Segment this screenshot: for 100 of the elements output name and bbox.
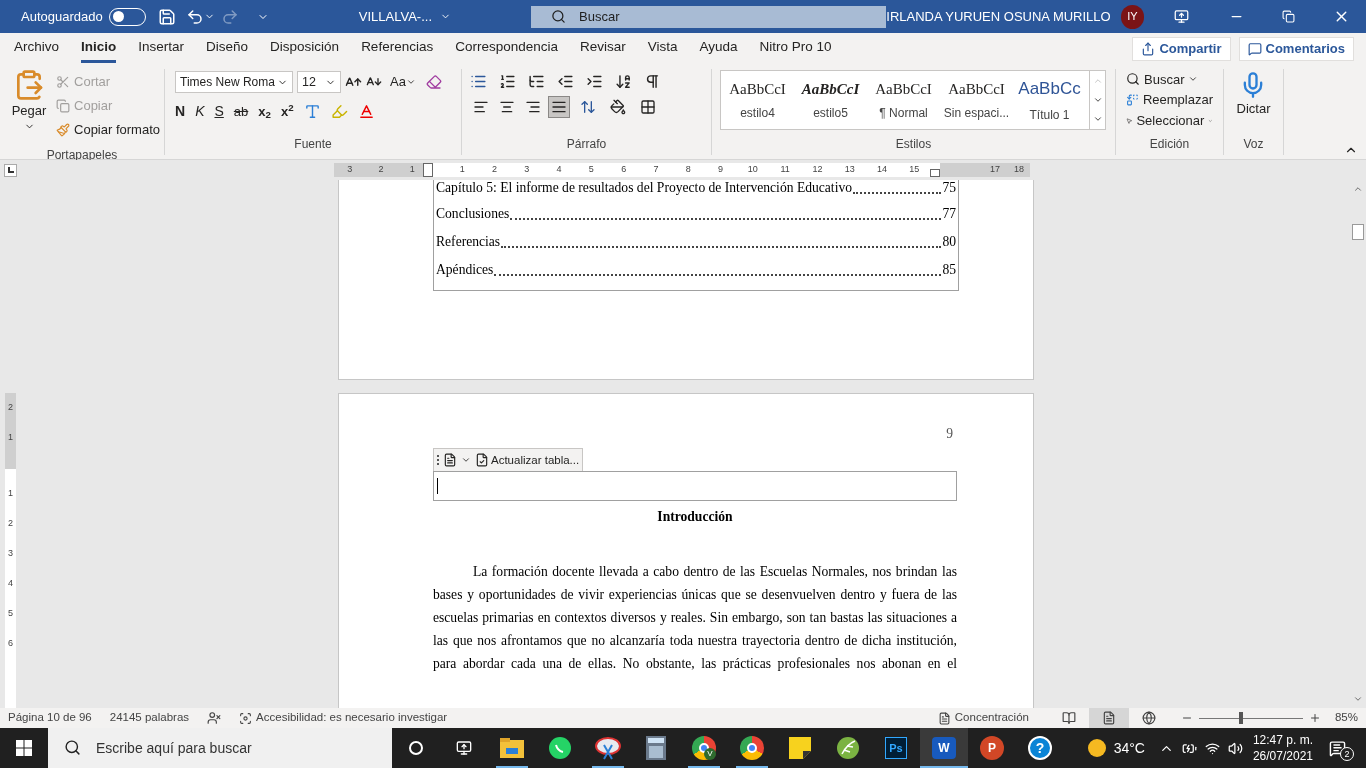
menu-tab[interactable]: Nitro Pro 10 [759,35,832,63]
font-name-field[interactable]: Times New Roma [175,71,293,93]
shading-icon[interactable] [610,99,626,115]
font-size-field[interactable]: 12 [297,71,341,93]
superscript-button[interactable]: x$^{2}$ [280,101,294,122]
toc-entry-title[interactable]: Capítulo 5: El informe de resultados del Proyecto de Intervención Educativo [436,180,852,198]
notifications-icon[interactable] [1329,739,1346,757]
menu-tab[interactable]: Diseño [206,35,249,63]
strikethrough-button[interactable]: ab [233,101,249,122]
borders-icon[interactable] [640,99,656,115]
scrollbar-thumb[interactable] [1351,224,1364,240]
menu-tab[interactable]: Correspondencia [455,35,558,63]
section-heading: Introducción [657,508,733,527]
proofing-icon[interactable] [207,711,222,725]
taskbar-app[interactable]: ? [1016,728,1064,768]
bullet-list-icon[interactable] [470,73,487,90]
subscript-button[interactable]: x$_{2}$ [258,101,271,122]
right-indent-marker-icon[interactable] [930,169,941,177]
replace-button[interactable]: Reemplazar [1122,89,1217,111]
ruler-number: 1 [8,487,13,500]
sort-icon[interactable] [615,73,632,90]
taskbar-search-field[interactable]: Escribe aquí para buscar [48,728,392,768]
taskbar-app[interactable]: Ps [872,728,920,768]
toc-entry-title[interactable]: Referencias [436,231,501,252]
toc-entry-title[interactable]: Apéndices [436,259,494,280]
align-button[interactable] [548,96,570,118]
pilcrow-icon[interactable] [644,73,661,90]
file-name[interactable]: VILLALVA-... [358,6,452,27]
group-label: Párrafo [566,137,607,151]
document-icon[interactable] [443,453,457,468]
taskbar-app[interactable]: P [968,728,1016,768]
weather-sun-icon[interactable] [1087,739,1106,757]
ruler-number: 6 [8,637,13,650]
menu-tab[interactable]: Referencias [361,35,434,63]
zoom-in-icon[interactable] [1308,712,1321,724]
search-icon [551,8,567,24]
volume-icon[interactable] [1227,740,1243,756]
comments-button[interactable]: Comentarios [1238,37,1354,61]
line-spacing-icon[interactable] [580,99,596,115]
user-avatar[interactable]: IY [1120,4,1144,29]
zoom-slider-thumb[interactable] [1238,711,1243,724]
style-label: Título 1 [1029,106,1070,124]
menu-tab[interactable]: Disposición [270,35,340,63]
menu-tab[interactable]: Ayuda [699,35,738,63]
ruler-number: 13 [843,163,856,177]
word-count[interactable]: 24145 palabras [109,709,190,727]
dictate-button[interactable]: Dictar [1236,71,1271,119]
update-table-button[interactable]: Actualizar tabla... [475,451,580,469]
page-count[interactable]: Página 10 de 96 [8,709,92,727]
undo-icon[interactable] [185,7,204,26]
drag-handle-icon[interactable] [437,455,439,466]
group-label: Voz [1243,137,1264,151]
increase-indent-icon[interactable] [586,73,603,90]
focus-button[interactable]: Concentración [937,709,1029,727]
find-button[interactable]: Buscar [1122,69,1217,90]
ribbon-display-icon[interactable] [1174,9,1189,24]
underline-button[interactable]: S [214,101,224,122]
wifi-icon[interactable] [1204,740,1220,756]
style-option[interactable]: AaBbCcI estilo4 [721,71,794,129]
paste-button[interactable]: Pegar [10,69,48,142]
menu-tab[interactable]: Revisar [580,35,626,63]
text-effects-icon[interactable] [303,103,321,120]
menu-tab[interactable]: Insertar [138,35,185,63]
menu-tab[interactable]: Vista [647,35,678,63]
clear-formatting-icon[interactable] [425,74,442,90]
style-option[interactable]: AaBbCcI estilo5 [794,71,867,129]
style-option[interactable]: AaBbCc Título 1 [1013,71,1086,129]
taskbar-app[interactable]: V [680,728,728,768]
italic-button[interactable]: K [195,101,205,122]
toc-entry-title[interactable]: Conclusiones [436,203,510,224]
numbered-list-icon[interactable] [499,73,516,90]
clock-date[interactable]: 26/07/2021 [1252,748,1313,764]
temperature[interactable]: 34°C [1113,737,1145,759]
notification-badge: 2 [1340,747,1354,761]
indent-marker-icon[interactable] [423,163,433,177]
save-icon[interactable] [157,7,176,26]
style-option[interactable]: AaBbCcI Sin espaci... [940,71,1013,129]
comment-icon [1247,42,1262,56]
menu-tab[interactable]: Archivo [14,35,59,63]
taskbar-app[interactable]: W [920,728,968,768]
restore-icon[interactable] [1282,10,1295,23]
style-option[interactable]: AaBbCcI ¶ Normal [867,71,940,129]
calculator-icon [646,736,666,760]
multilevel-list-icon[interactable] [528,73,545,90]
app-icon: P [980,736,1004,760]
clock-time[interactable]: 12:47 p. m. [1252,732,1313,748]
view-button[interactable] [1088,708,1129,728]
bold-button[interactable]: N [175,101,186,122]
tab-selector-icon[interactable] [4,163,17,177]
scroll-down-icon [1352,694,1363,704]
decrease-indent-icon[interactable] [557,73,574,90]
select-button[interactable]: Seleccionar [1122,110,1217,131]
zoom-percent[interactable]: 85% [1334,709,1358,727]
share-button[interactable]: Compartir [1132,37,1231,61]
style-preview: AaBbCcI [801,79,860,99]
format-painter-button[interactable]: Copiar formato [52,118,164,142]
font-color-icon[interactable] [357,103,375,120]
change-case-button[interactable]: Aa [390,72,416,92]
accessibility-button[interactable]: Accesibilidad: es necesario investigar [239,709,448,727]
search-field[interactable]: Buscar [531,5,887,28]
